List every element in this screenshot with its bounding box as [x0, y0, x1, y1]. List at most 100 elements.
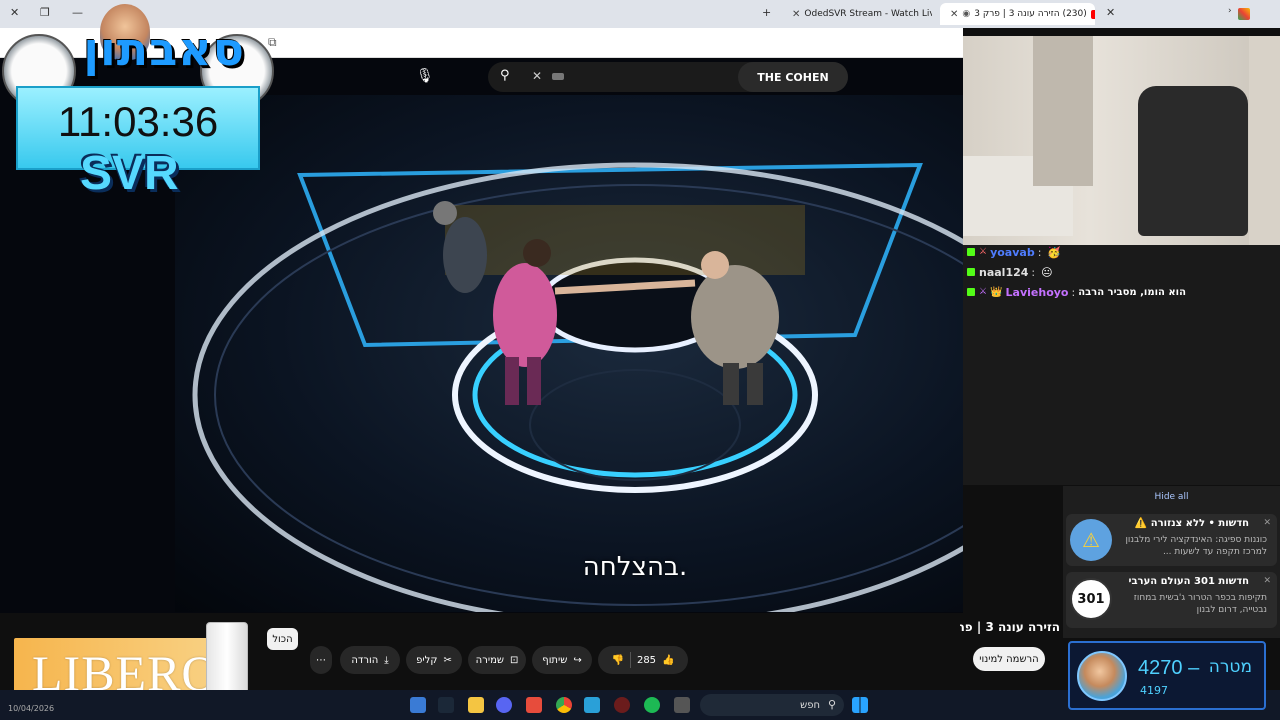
taskbar-search[interactable]: חפש ⚲ — [700, 694, 844, 716]
subscribe-button[interactable]: הרשמה למינוי — [973, 647, 1045, 671]
door — [1033, 36, 1093, 186]
like-count: 285 — [636, 654, 657, 666]
tab-label: (230) הזירה עונה 3 | פרק 3 — [974, 9, 1087, 19]
channel-chip[interactable]: THE COHEN — [738, 62, 848, 92]
tab-close-icon[interactable]: ✕ — [950, 9, 958, 20]
more-actions-button[interactable]: ⋯ — [310, 646, 332, 674]
tab-odedsvr-stream[interactable]: ✕ OdedSVR Stream - Watch Live — [782, 3, 932, 25]
emote-icon: 😐 — [1041, 265, 1053, 279]
restore-window-icon[interactable]: ❐ — [40, 6, 50, 19]
google-icon — [1238, 8, 1250, 20]
keyboard-icon[interactable] — [552, 73, 564, 80]
close-icon[interactable]: ✕ — [1263, 576, 1271, 586]
share-label: שיתוף — [542, 654, 568, 666]
chat-username: naal124 — [979, 265, 1029, 279]
search-icon[interactable]: ⚲ — [500, 68, 510, 83]
bookmark-icon: ⊡ — [509, 654, 519, 666]
notification-item[interactable]: ⚠ ✕ חדשות • ללא צנזורה ⚠️ כוננות ספיגה: … — [1066, 514, 1277, 566]
microphone-icon[interactable]: 🎙 — [416, 68, 434, 84]
youtube-icon — [1090, 9, 1095, 19]
telegram-icon[interactable] — [584, 697, 600, 713]
close-window-icon[interactable]: ✕ — [10, 6, 19, 19]
chat-overlay: ⚔ yoavab : 🥳 naal124 : 😐 ⚔ 👑 Laviehoyo :… — [963, 245, 1280, 485]
like-icon[interactable]: 👍 — [662, 655, 674, 666]
chat-text: הוא הומו, מסביר הרבה — [1078, 286, 1186, 298]
notification-title: חדשות • ללא צנזורה ⚠️ — [1134, 518, 1249, 529]
goal-avatar — [1077, 651, 1127, 701]
windows-start-icon[interactable] — [852, 697, 868, 713]
stream-logo: סאבתון — [83, 22, 245, 76]
notification-body: תקיפות בכפר הטרור ג'בשית במחוז נבטייה, ד… — [1133, 593, 1267, 615]
chat-message: ⚔ 👑 Laviehoyo : הוא הומו, מסביר הרבה — [967, 283, 1186, 301]
tab-close-icon[interactable]: ✕ — [792, 9, 800, 20]
chat-username: Laviehoyo — [1005, 285, 1069, 299]
clear-search-icon[interactable]: ✕ — [532, 69, 542, 83]
news-301-logo: 301 — [1070, 578, 1112, 620]
warning-icon: ⚠ — [1070, 519, 1112, 561]
goal-current: 4197 — [1140, 684, 1168, 697]
sword-badge-icon: ⚔ — [979, 287, 988, 297]
goal-label: מטרה — [1208, 657, 1252, 677]
chat-message: naal124 : 😐 — [967, 263, 1053, 281]
chat-username: yoavab — [990, 245, 1035, 259]
taskbar-date: 10/04/2026 — [8, 704, 55, 713]
arena-stage — [192, 162, 963, 613]
share-icon: ↪ — [573, 654, 582, 666]
video-frame — [175, 95, 963, 613]
goal-target: 4270 – — [1138, 657, 1200, 679]
chrome-icon[interactable] — [556, 697, 572, 713]
filter-chip-all[interactable]: הכול — [267, 628, 298, 650]
scissors-icon: ✂ — [443, 654, 452, 666]
kick-badge-icon — [967, 248, 975, 256]
goal-widget: 4270 – מטרה 4197 — [1068, 641, 1266, 710]
youtube-search-bar: 🎙 ⚲ ✕ THE COHEN — [410, 62, 850, 92]
download-label: הורדה — [351, 654, 379, 666]
notification-body: כוננות ספיגה: האינדקציה לירי מלבנון למרכ… — [1125, 535, 1267, 557]
hide-all-button[interactable]: Hide all — [1063, 492, 1280, 502]
video-title: הזירה עונה 3 | פרק 3 - 50 מתמודדים — [960, 620, 1060, 634]
like-dislike-group: 👎 285 👍 — [598, 646, 688, 674]
crown-badge-icon: 👑 — [990, 286, 1003, 298]
new-tab-button[interactable]: + — [762, 6, 771, 19]
kick-badge-icon — [967, 268, 975, 276]
file-explorer-icon[interactable] — [468, 697, 484, 713]
spotify-icon[interactable] — [644, 697, 660, 713]
more-tabs-icon[interactable]: › — [1228, 6, 1232, 16]
webcam-feed — [963, 36, 1280, 245]
steam-icon[interactable] — [438, 697, 454, 713]
sword-badge-icon: ⚔ — [979, 247, 988, 257]
search-icon: ⚲ — [827, 698, 836, 711]
clip-label: קליפ — [416, 654, 438, 666]
obs-icon[interactable] — [614, 697, 630, 713]
clip-button[interactable]: קליפ ✂ — [406, 646, 462, 674]
download-button[interactable]: הורדה ⤓ — [340, 646, 400, 674]
clock-time: 11:03:36 — [57, 98, 219, 145]
share-button[interactable]: שיתוף ↪ — [532, 646, 592, 674]
svr-brand: SVR — [80, 147, 179, 200]
close-tab-icon[interactable]: ✕ — [1106, 6, 1115, 19]
taskbar-app-icon[interactable] — [410, 697, 426, 713]
discord-icon[interactable] — [496, 697, 512, 713]
chat-message: ⚔ yoavab : 🥳 — [967, 243, 1061, 261]
notification-panel: Hide all ⚠ ✕ חדשות • ללא צנזורה ⚠️ כוננו… — [1063, 486, 1280, 638]
cast-icon[interactable]: ⧉ — [268, 35, 277, 50]
task-view-icon[interactable] — [674, 697, 690, 713]
notification-title: חדשות 301 העולם הערבי — [1128, 576, 1250, 587]
taskbar-app-icon[interactable] — [526, 697, 542, 713]
close-icon[interactable]: ✕ — [1263, 518, 1271, 528]
emote-icon: 🥳 — [1047, 245, 1062, 259]
save-label: שמירה — [475, 654, 504, 666]
tab-youtube-video[interactable]: ✕ ◉ (230) הזירה עונה 3 | פרק 3 — [940, 3, 1095, 25]
taskbar-search-label: חפש — [800, 699, 820, 711]
gaming-chair — [1138, 86, 1248, 236]
kick-badge-icon — [967, 288, 975, 296]
download-icon: ⤓ — [384, 654, 389, 666]
search-input[interactable]: ⚲ ✕ THE COHEN — [488, 62, 848, 92]
save-button[interactable]: שמירה ⊡ — [468, 646, 526, 674]
dislike-icon[interactable]: 👎 — [612, 655, 624, 666]
video-subtitle: בהצלחה. — [582, 552, 688, 582]
tab-label: OdedSVR Stream - Watch Live — [804, 9, 932, 19]
audio-icon: ◉ — [962, 9, 971, 19]
notification-item[interactable]: 301 ✕ חדשות 301 העולם הערבי תקיפות בכפר … — [1066, 572, 1277, 628]
minimize-window-icon[interactable]: — — [72, 6, 83, 19]
